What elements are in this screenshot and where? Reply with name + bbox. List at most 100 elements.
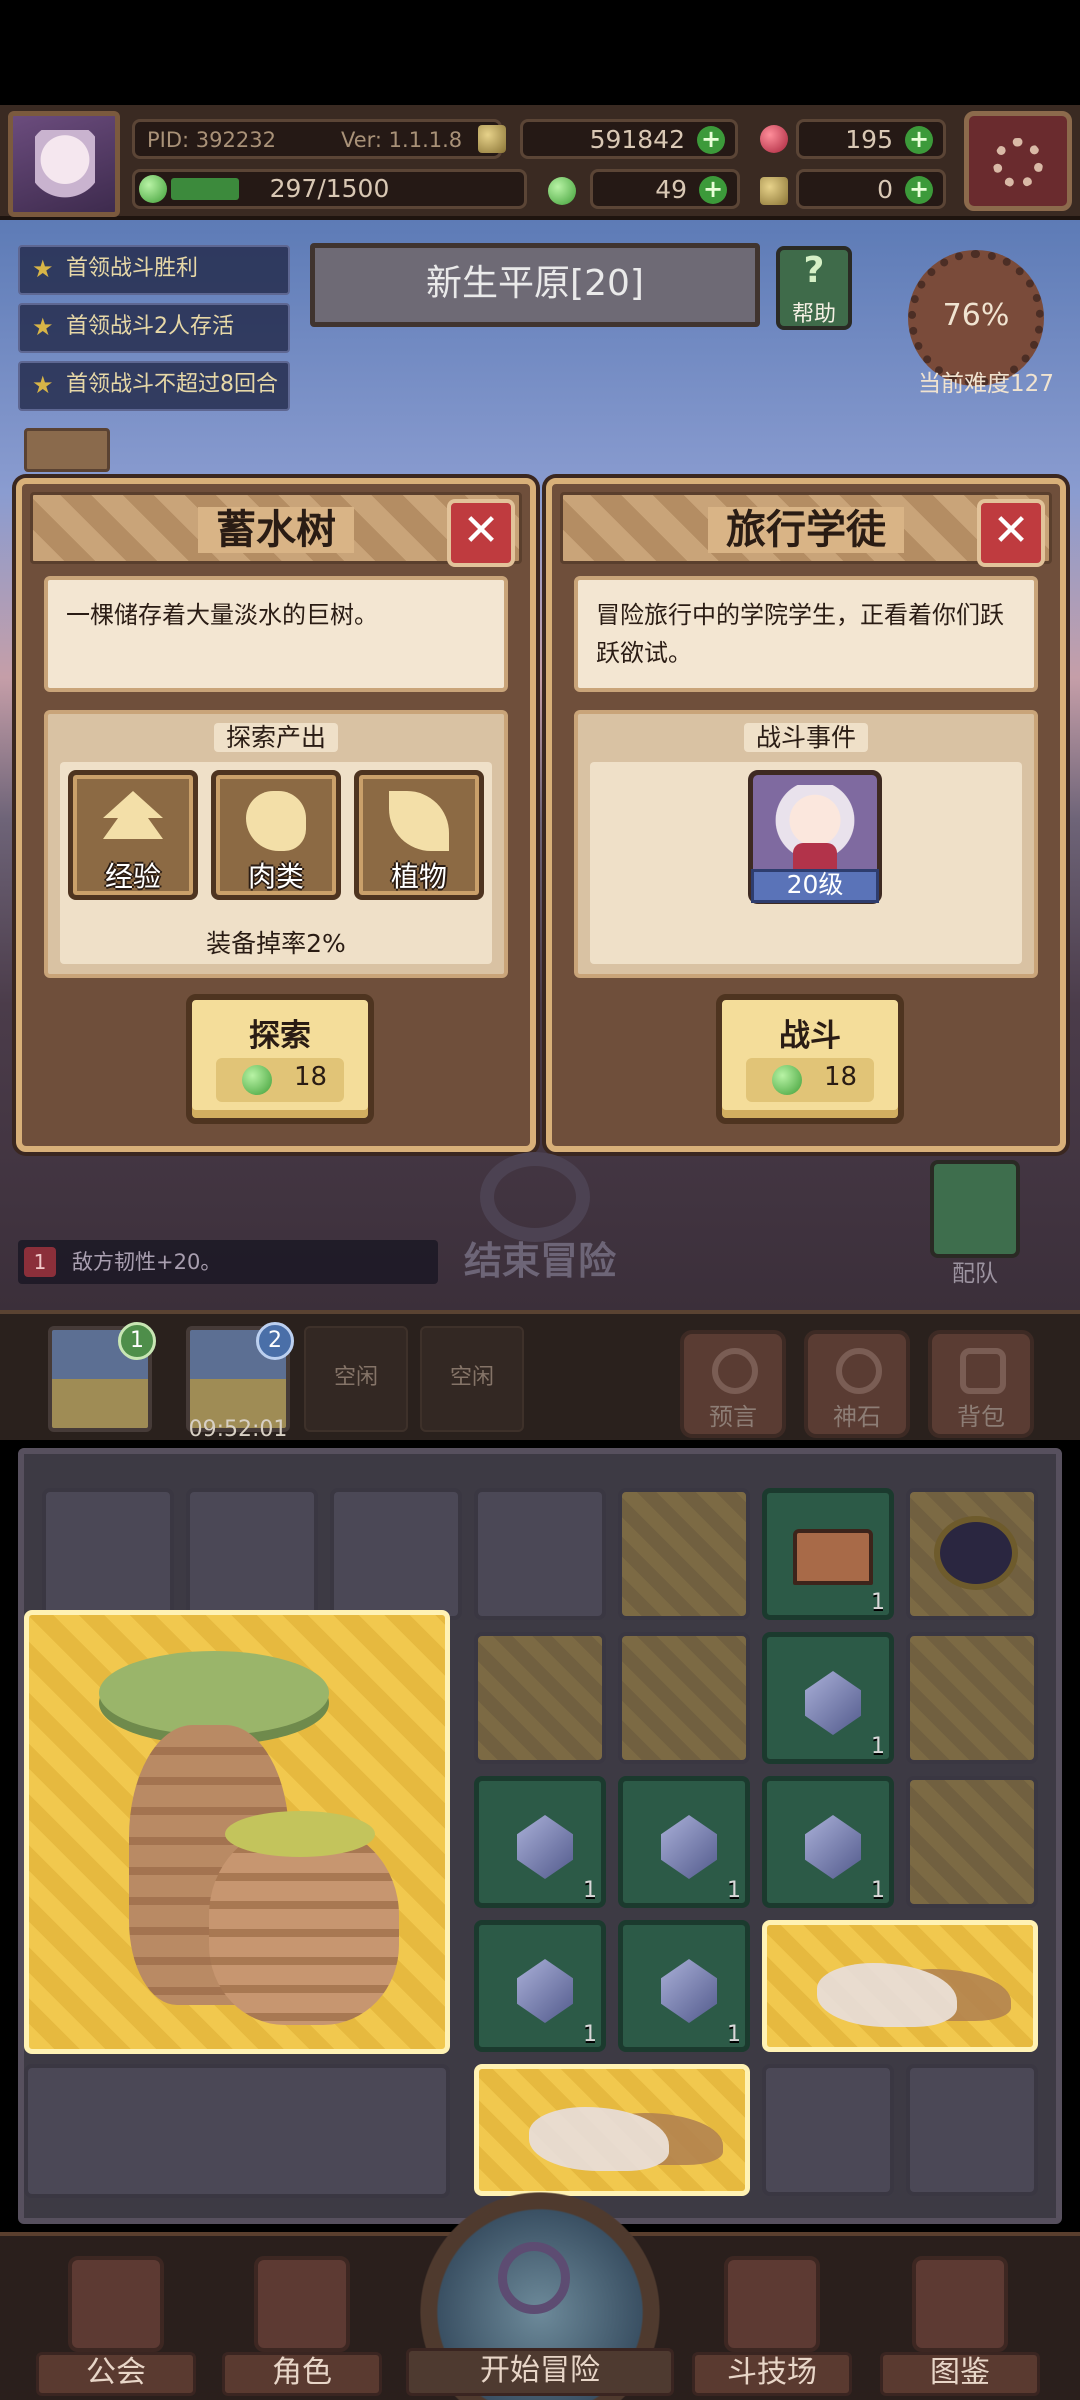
- expedition-slot-3[interactable]: 空闲: [304, 1326, 408, 1432]
- formation-label: 配队: [952, 1261, 998, 1287]
- gear-icon: [993, 138, 1043, 188]
- end-adventure-button[interactable]: 结束冒险: [440, 1150, 640, 1283]
- add-gold-button[interactable]: +: [697, 126, 725, 154]
- gold-coin-icon: [478, 125, 506, 153]
- start-adventure-button[interactable]: 开始冒险: [400, 2192, 680, 2400]
- expedition-slot-1[interactable]: 1: [48, 1322, 156, 1432]
- magnifier-icon: [498, 2242, 570, 2314]
- prophecy-icon: [712, 1348, 758, 1394]
- add-red-gem-button[interactable]: +: [905, 126, 933, 154]
- section-title: 战斗事件: [743, 723, 868, 752]
- version-text: Ver: 1.1.1.8: [341, 128, 463, 152]
- guild-house-icon: [68, 2256, 164, 2352]
- item-count: 1: [871, 1734, 885, 1759]
- question-icon: ?: [803, 250, 825, 291]
- settings-button[interactable]: [964, 111, 1072, 211]
- grid-cell-hidden-large[interactable]: [24, 2064, 450, 2198]
- help-button[interactable]: ? 帮助: [776, 246, 852, 330]
- backpack-button[interactable]: 背包: [928, 1330, 1034, 1438]
- section-title: 探索产出: [213, 723, 338, 752]
- nav-guild[interactable]: 公会: [36, 2250, 196, 2400]
- grid-cell-hidden[interactable]: [474, 1488, 606, 1620]
- grid-cell-crystal[interactable]: 1: [762, 1632, 894, 1764]
- formation-button[interactable]: 配队: [930, 1160, 1020, 1287]
- item-count: 1: [583, 2022, 597, 2047]
- crystal-icon: [805, 1815, 861, 1879]
- avatar-face: [35, 130, 95, 204]
- nav-codex[interactable]: 图鉴: [880, 2250, 1040, 2400]
- reward-chest-icon[interactable]: [24, 428, 110, 472]
- crossed-swords-icon: [724, 2256, 820, 2352]
- fight-label: 战斗: [779, 1018, 841, 1054]
- key-value: 0: [877, 175, 893, 204]
- grid-cell-crystal[interactable]: 1: [474, 1920, 606, 2052]
- crystal-icon: [661, 1959, 717, 2023]
- drop-rate: 装备掉率2%: [206, 929, 346, 958]
- grid-cell-crystal[interactable]: 1: [618, 1776, 750, 1908]
- quest-text: 首领战斗2人存活: [66, 314, 234, 339]
- expedition-slot-2[interactable]: 2 09:52:01: [186, 1322, 294, 1442]
- grid-cell-water-tree[interactable]: [24, 1610, 450, 2054]
- crystal-icon: [517, 1959, 573, 2023]
- grid-cell-dark-orb[interactable]: [906, 1488, 1038, 1620]
- output-label: 植物: [390, 860, 447, 893]
- enemy-level: 20级: [751, 869, 879, 903]
- grid-cell-hidden[interactable]: [762, 2064, 894, 2196]
- nav-label: 公会: [36, 2352, 196, 2396]
- skull-icon: [529, 2107, 669, 2171]
- star-icon: ★: [32, 371, 54, 399]
- grid-cell-hidden[interactable]: [42, 1488, 174, 1620]
- red-gem-value: 195: [845, 125, 893, 154]
- nav-label: 图鉴: [880, 2352, 1040, 2396]
- item-count: 1: [871, 1878, 885, 1903]
- section-title-wrap: 战斗事件: [578, 718, 1034, 754]
- close-button[interactable]: ✕: [447, 499, 515, 567]
- grid-cell-hidden[interactable]: [330, 1488, 462, 1620]
- pid-version-pill: PID: 392232 Ver: 1.1.1.8: [132, 119, 502, 159]
- grid-cell-crystal[interactable]: 1: [474, 1776, 606, 1908]
- player-avatar[interactable]: [8, 111, 120, 217]
- divine-stone-button[interactable]: 神石: [804, 1330, 910, 1438]
- grid-cell-crystal[interactable]: 1: [762, 1776, 894, 1908]
- explore-button[interactable]: 探索 18: [186, 994, 374, 1124]
- red-gem-pill: 195 +: [796, 119, 946, 159]
- grid-cell-hidden[interactable]: [186, 1488, 318, 1620]
- key-icon: [760, 177, 788, 205]
- crystal-icon: [805, 1671, 861, 1735]
- item-count: 1: [727, 2022, 741, 2047]
- nav-character[interactable]: 角色: [222, 2250, 382, 2400]
- grid-cell-explored[interactable]: [906, 1632, 1038, 1764]
- quest-item: ★ 首领战斗胜利: [18, 245, 290, 295]
- fight-button[interactable]: 战斗 18: [716, 994, 904, 1124]
- top-resource-bar: PID: 392232 Ver: 1.1.1.8 591842 + 195 + …: [0, 105, 1080, 220]
- grid-cell-chest[interactable]: 1: [762, 1488, 894, 1620]
- add-key-button[interactable]: +: [905, 176, 933, 204]
- prophecy-button[interactable]: 预言: [680, 1330, 786, 1438]
- grid-cell-skull-event[interactable]: [762, 1920, 1038, 2052]
- grid-cell-skull-event[interactable]: [474, 2064, 750, 2196]
- backpack-icon: [960, 1348, 1006, 1394]
- enemy-portrait[interactable]: 20级: [748, 770, 882, 904]
- close-button[interactable]: ✕: [977, 499, 1045, 567]
- buff-notice: 1 敌方韧性+20。: [18, 1240, 438, 1284]
- output-exp[interactable]: 经验: [68, 770, 198, 900]
- output-meat[interactable]: 肉类: [211, 770, 341, 900]
- grid-cell-explored[interactable]: [474, 1632, 606, 1764]
- output-plant[interactable]: 植物: [354, 770, 484, 900]
- nav-arena[interactable]: 斗技场: [692, 2250, 852, 2400]
- difficulty-percent: 76%: [942, 298, 1010, 333]
- star-icon: ★: [32, 313, 54, 341]
- nav-label: 斗技场: [692, 2352, 852, 2396]
- expedition-slot-4[interactable]: 空闲: [420, 1326, 524, 1432]
- item-count: 1: [727, 1878, 741, 1903]
- grid-cell-crystal[interactable]: 1: [618, 1920, 750, 2052]
- status-bar: [0, 0, 1080, 105]
- character-icon: [254, 2256, 350, 2352]
- buff-text: 敌方韧性+20。: [72, 1250, 222, 1274]
- grid-cell-hidden[interactable]: [906, 2064, 1038, 2196]
- end-adventure-label: 结束冒险: [463, 1239, 616, 1283]
- grid-cell-explored[interactable]: [618, 1488, 750, 1620]
- add-clover-button[interactable]: +: [699, 176, 727, 204]
- grid-cell-explored[interactable]: [906, 1776, 1038, 1908]
- grid-cell-explored[interactable]: [618, 1632, 750, 1764]
